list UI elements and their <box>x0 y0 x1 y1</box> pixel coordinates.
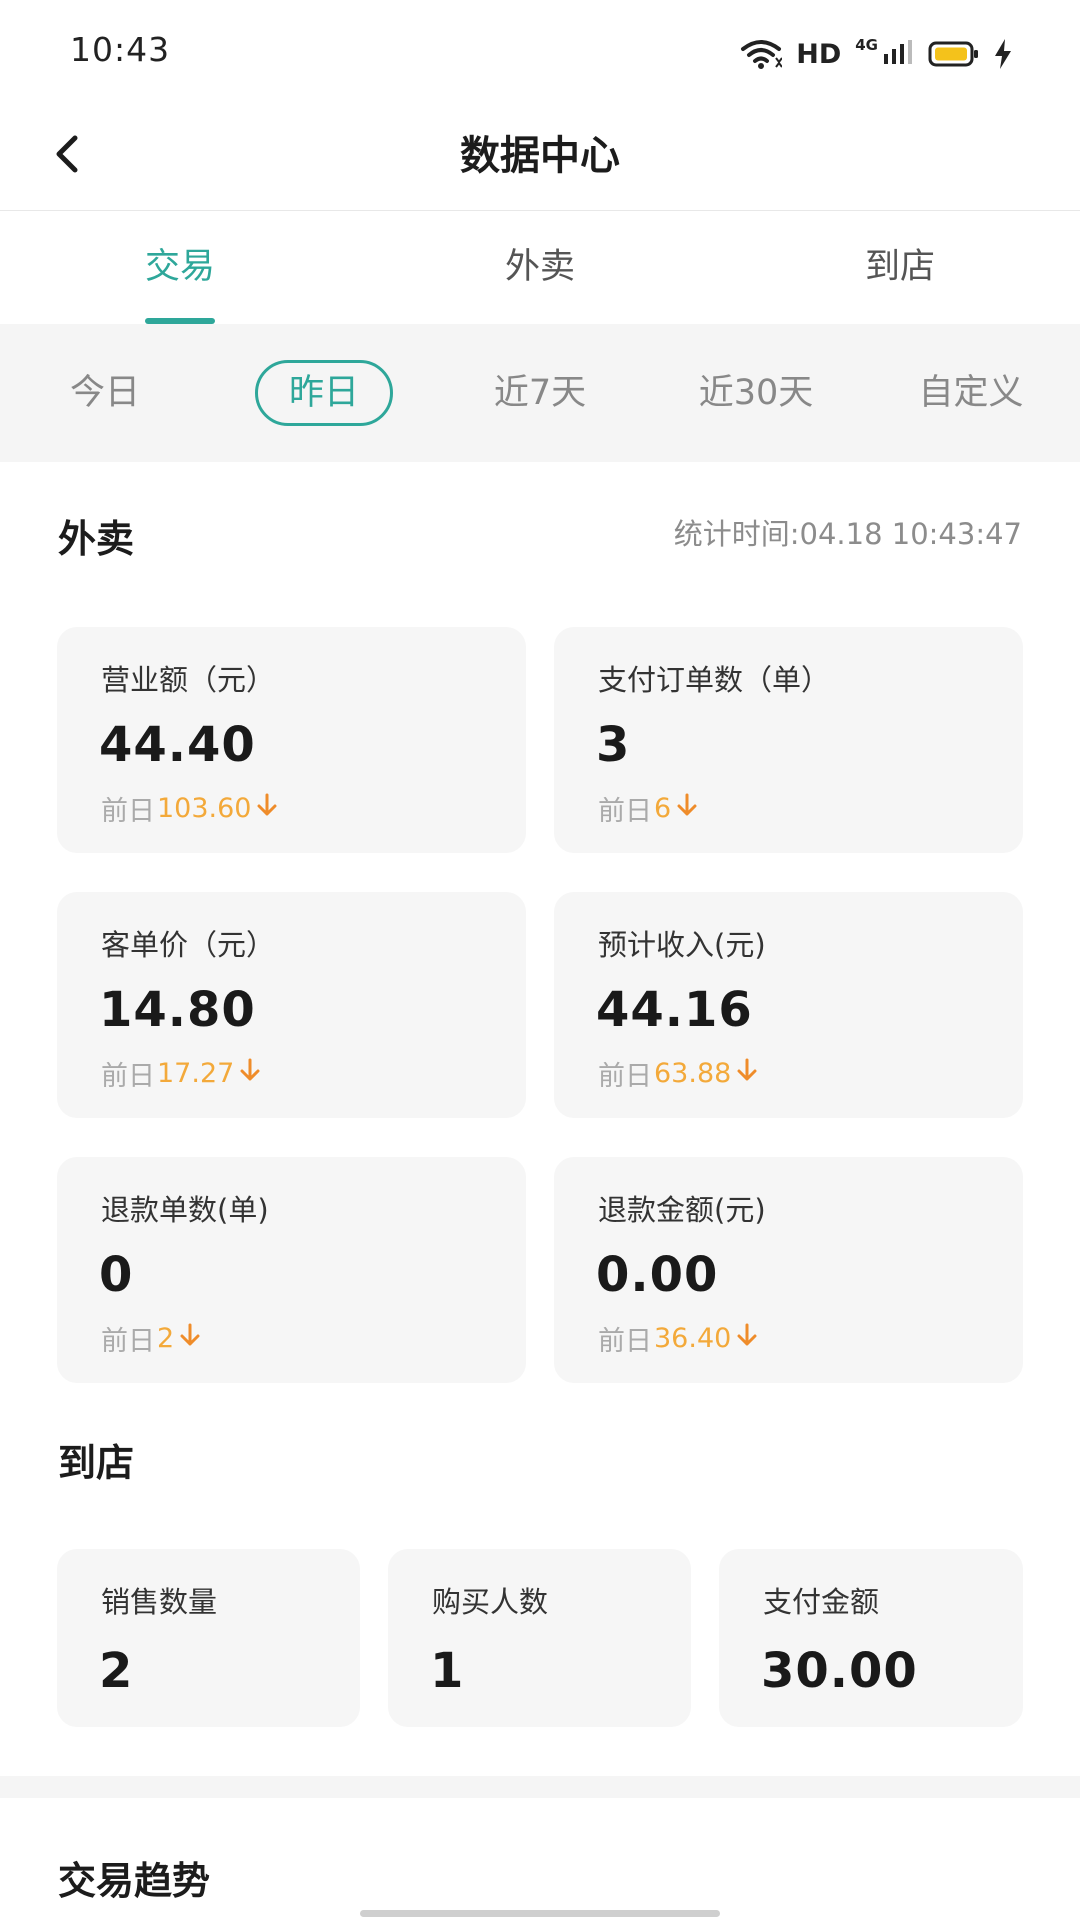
card-label: 退款单数(单) <box>101 1193 269 1227</box>
card-value: 1 <box>430 1643 465 1699</box>
network-type: 4G <box>855 36 878 54</box>
metric-card-refund-orders: 退款单数(单) 0 前日 2 <box>57 1157 526 1383</box>
home-indicator[interactable] <box>360 1910 720 1917</box>
prev-prefix: 前日 <box>101 1061 155 1092</box>
prev-prefix: 前日 <box>101 1326 155 1357</box>
card-label: 退款金额(元) <box>598 1193 766 1227</box>
page-title: 数据中心 <box>460 133 620 179</box>
card-previous: 前日 2 <box>101 1319 200 1358</box>
stat-time: 统计时间:04.18 10:43:47 <box>673 517 1022 551</box>
period-30-days[interactable]: 近30天 <box>685 360 827 426</box>
card-label: 购买人数 <box>432 1585 549 1619</box>
tab-label: 交易 <box>144 247 215 287</box>
card-label: 支付金额 <box>763 1585 880 1619</box>
card-value: 44.16 <box>596 982 753 1038</box>
card-value: 14.80 <box>99 982 256 1038</box>
prev-value: 17.27 <box>157 1058 235 1089</box>
hd-indicator: HD <box>796 38 842 70</box>
prev-value: 2 <box>157 1323 175 1354</box>
arrow-down-icon <box>737 1323 757 1354</box>
metric-card-refund-amount: 退款金额(元) 0.00 前日 36.40 <box>554 1157 1023 1383</box>
period-yesterday[interactable]: 昨日 <box>255 360 393 426</box>
card-previous: 前日 63.88 <box>598 1054 757 1093</box>
nav-bar: 数据中心 <box>0 104 1080 211</box>
status-bar: 10:43 HD 4G <box>0 0 1080 104</box>
metric-card-paid-orders: 支付订单数（单） 3 前日 6 <box>554 627 1023 853</box>
prev-value: 63.88 <box>654 1058 732 1089</box>
prev-value: 103.60 <box>157 793 252 824</box>
card-previous: 前日 103.60 <box>101 789 277 828</box>
arrow-down-icon <box>240 1058 260 1089</box>
prev-prefix: 前日 <box>598 796 652 827</box>
signal-icon <box>884 40 914 68</box>
card-label: 营业额（元） <box>101 663 276 697</box>
metric-card-revenue: 营业额（元） 44.40 前日 103.60 <box>57 627 526 853</box>
tab-label: 到店 <box>864 247 935 287</box>
prev-value: 6 <box>654 793 672 824</box>
period-7-days[interactable]: 近7天 <box>480 360 600 426</box>
section-divider <box>0 1776 1080 1798</box>
prev-prefix: 前日 <box>101 796 155 827</box>
card-previous: 前日 36.40 <box>598 1319 757 1358</box>
card-label: 预计收入(元) <box>598 928 766 962</box>
tab-takeout[interactable]: 外卖 <box>360 211 720 324</box>
arrow-down-icon <box>257 793 277 824</box>
card-previous: 前日 6 <box>598 789 697 828</box>
card-label: 客单价（元） <box>101 928 276 962</box>
prev-prefix: 前日 <box>598 1326 652 1357</box>
wifi-icon <box>740 39 783 69</box>
section-title-in-store: 到店 <box>58 1441 135 1485</box>
metric-card-sales-quantity: 销售数量 2 <box>57 1549 360 1727</box>
card-value: 3 <box>596 717 631 773</box>
section-title-trend: 交易趋势 <box>58 1859 211 1903</box>
charging-icon <box>994 39 1012 69</box>
card-label: 支付订单数（单） <box>598 663 831 697</box>
card-value: 0 <box>99 1247 134 1303</box>
card-value: 44.40 <box>99 717 256 773</box>
arrow-down-icon <box>677 793 697 824</box>
prev-value: 36.40 <box>654 1323 732 1354</box>
status-time: 10:43 <box>70 30 171 69</box>
card-previous: 前日 17.27 <box>101 1054 260 1093</box>
metric-card-avg-order-value: 客单价（元） 14.80 前日 17.27 <box>57 892 526 1118</box>
card-value: 30.00 <box>761 1643 918 1699</box>
period-today[interactable]: 今日 <box>50 360 160 426</box>
tab-transaction[interactable]: 交易 <box>0 211 360 324</box>
prev-prefix: 前日 <box>598 1061 652 1092</box>
section-title-takeout: 外卖 <box>58 517 135 561</box>
status-icons: HD 4G <box>740 34 1012 74</box>
arrow-down-icon <box>737 1058 757 1089</box>
card-label: 销售数量 <box>101 1585 218 1619</box>
metric-card-buyers: 购买人数 1 <box>388 1549 691 1727</box>
tab-in-store[interactable]: 到店 <box>720 211 1080 324</box>
card-value: 0.00 <box>596 1247 719 1303</box>
period-custom[interactable]: 自定义 <box>910 360 1032 426</box>
period-filter-bar: 今日 昨日 近7天 近30天 自定义 <box>0 324 1080 462</box>
battery-icon <box>928 41 980 67</box>
main-tabs: 交易 外卖 到店 <box>0 211 1080 324</box>
metric-card-paid-amount: 支付金额 30.00 <box>719 1549 1023 1727</box>
metric-card-expected-income: 预计收入(元) 44.16 前日 63.88 <box>554 892 1023 1118</box>
arrow-down-icon <box>180 1323 200 1354</box>
card-value: 2 <box>99 1643 134 1699</box>
tab-label: 外卖 <box>504 247 575 287</box>
